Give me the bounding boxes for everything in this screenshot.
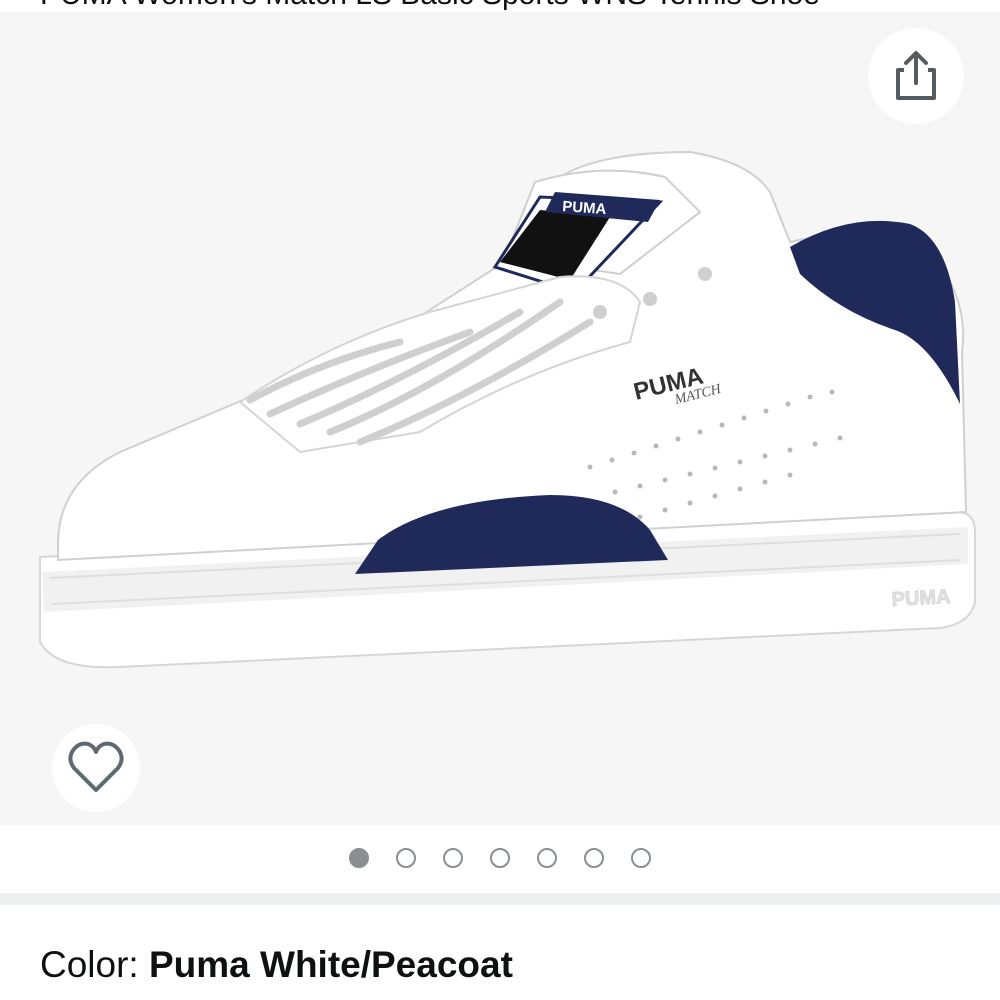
color-label: Color:: [40, 944, 149, 985]
share-button[interactable]: [868, 28, 964, 124]
pagination-dot-2[interactable]: [396, 848, 416, 868]
product-image[interactable]: PUMA PUMA MATCH PUMA: [0, 12, 1000, 825]
share-icon: [896, 51, 936, 100]
pagination-dot-4[interactable]: [490, 848, 510, 868]
image-pagination: [0, 825, 1000, 891]
product-detail-page: PUMA Women's Match LS Basic Sports WNS T…: [0, 0, 1000, 1000]
pagination-dot-5[interactable]: [537, 848, 557, 868]
pagination-dot-7[interactable]: [631, 848, 651, 868]
image-gallery[interactable]: PUMA PUMA MATCH PUMA: [0, 12, 1000, 825]
color-value: Puma White/Peacoat: [148, 944, 513, 985]
section-divider: [0, 893, 1000, 905]
heel-logo-text: PUMA: [891, 586, 951, 611]
product-title: PUMA Women's Match LS Basic Sports WNS T…: [0, 0, 1000, 12]
pagination-dot-3[interactable]: [443, 848, 463, 868]
color-variation: Color: Puma White/Peacoat: [40, 940, 513, 990]
pagination-dot-6[interactable]: [584, 848, 604, 868]
heart-outline-icon: [68, 741, 124, 792]
tongue-logo-text: PUMA: [562, 198, 607, 218]
pagination-dot-1[interactable]: [349, 848, 369, 868]
wishlist-button[interactable]: [52, 724, 140, 812]
